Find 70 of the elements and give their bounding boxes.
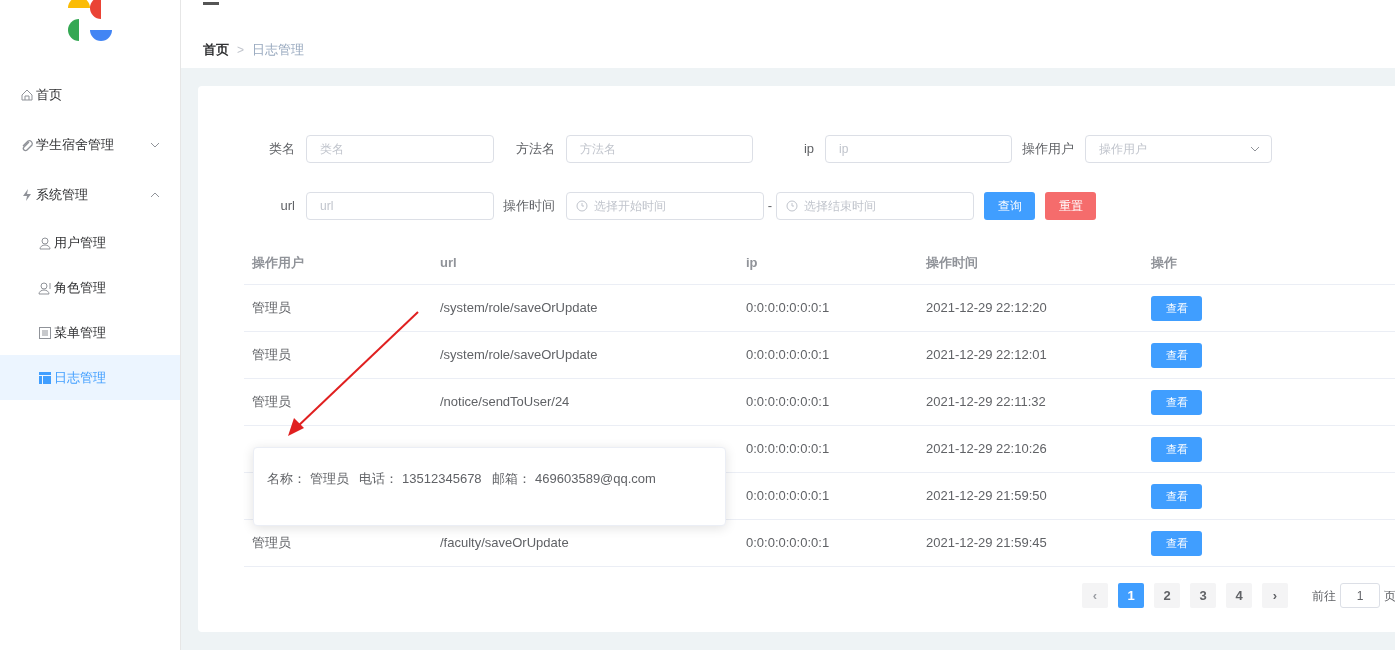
table-icon [38, 370, 52, 385]
table-cell: 2021-12-29 21:59:45 [926, 535, 1047, 551]
date-field[interactable]: 选择结束时间 [776, 192, 974, 220]
field-label: 操作用户 [1021, 140, 1075, 159]
chevron-down-icon [150, 142, 160, 148]
field-label: 操作时间 [502, 197, 556, 216]
input-field[interactable]: ip [825, 135, 1012, 163]
table-cell: 0:0:0:0:0:0:0:1 [746, 347, 830, 363]
table-cell: /faculty/saveOrUpdate [440, 535, 569, 551]
page-suffix: 页 [1384, 587, 1395, 605]
field-label: url [279, 197, 296, 216]
input-field[interactable]: url [306, 192, 494, 220]
paperclip-icon [20, 138, 34, 152]
table-cell: 管理员 [252, 300, 291, 316]
table-cell: 管理员 [252, 347, 291, 363]
table-cell: 管理员 [252, 394, 291, 410]
page-button[interactable]: 4 [1226, 583, 1252, 608]
table-cell: 2021-12-29 21:59:50 [926, 488, 1047, 504]
submenu-item[interactable]: 用户管理 [0, 220, 180, 265]
clock-icon [786, 200, 798, 212]
column-header: 操作 [1151, 254, 1177, 270]
field-label: ip [802, 140, 815, 159]
home-icon [20, 88, 34, 102]
chevron-up-icon [150, 192, 160, 198]
submenu-item[interactable]: 角色管理 [0, 265, 180, 310]
table-cell: 0:0:0:0:0:0:0:1 [746, 300, 830, 316]
date-field[interactable]: 选择开始时间 [566, 192, 764, 220]
lightning-icon [20, 188, 34, 202]
table-cell: /system/role/saveOrUpdate [440, 300, 598, 316]
table-cell: /notice/sendToUser/24 [440, 394, 570, 410]
table-cell: 0:0:0:0:0:0:0:1 [746, 488, 830, 504]
breadcrumb-separator: > [237, 41, 244, 59]
tooltip-text: 名称： 管理员 电话： 13512345678 邮箱： 469603589@qq.com [267, 470, 657, 488]
document-icon [38, 325, 52, 340]
submenu-item[interactable]: 菜单管理 [0, 310, 180, 355]
menu-item[interactable]: 学生宿舍管理 [0, 120, 180, 170]
column-header: 操作用户 [252, 254, 304, 270]
input-field[interactable]: 方法名 [566, 135, 753, 163]
page-input[interactable]: 1 [1340, 583, 1380, 608]
table-cell: 0:0:0:0:0:0:0:1 [746, 394, 830, 410]
table-cell: 管理员 [252, 535, 291, 551]
breadcrumb-item[interactable]: 首页 [203, 40, 229, 60]
table-cell: 2021-12-29 22:11:32 [926, 394, 1046, 410]
table-cell: 0:0:0:0:0:0:0:1 [746, 441, 830, 457]
menu-icon[interactable] [203, 2, 219, 5]
table-cell: 2021-12-29 22:12:01 [926, 347, 1047, 363]
table-cell: 2021-12-29 22:12:20 [926, 300, 1047, 316]
table-cell: 2021-12-29 22:10:26 [926, 441, 1047, 457]
page-button[interactable]: 2 [1154, 583, 1180, 608]
column-header: 操作时间 [926, 254, 978, 270]
table-cell: /system/role/saveOrUpdate [440, 347, 598, 363]
user-icon [38, 235, 52, 250]
field-label: 方法名 [515, 140, 556, 159]
pinwheel-logo [65, 0, 115, 44]
input-field[interactable]: 类名 [306, 135, 494, 163]
menu-item[interactable]: 首页 [0, 70, 180, 120]
column-header: ip [746, 254, 758, 270]
range-separator: - [766, 197, 774, 216]
user-list-icon [38, 280, 52, 295]
select-field[interactable]: 操作用户 [1085, 135, 1272, 163]
menu-item[interactable]: 系统管理 [0, 170, 180, 220]
goto-label: 前往 [1312, 587, 1336, 605]
next-page-button[interactable]: › [1262, 583, 1288, 608]
table-cell: 0:0:0:0:0:0:0:1 [746, 535, 830, 551]
column-header: url [440, 254, 457, 270]
clock-icon [576, 200, 588, 212]
reset-button[interactable]: 重置 [1045, 192, 1096, 220]
chevron-down-icon [1250, 146, 1260, 152]
field-label: 类名 [268, 140, 296, 159]
page-button[interactable]: 3 [1190, 583, 1216, 608]
